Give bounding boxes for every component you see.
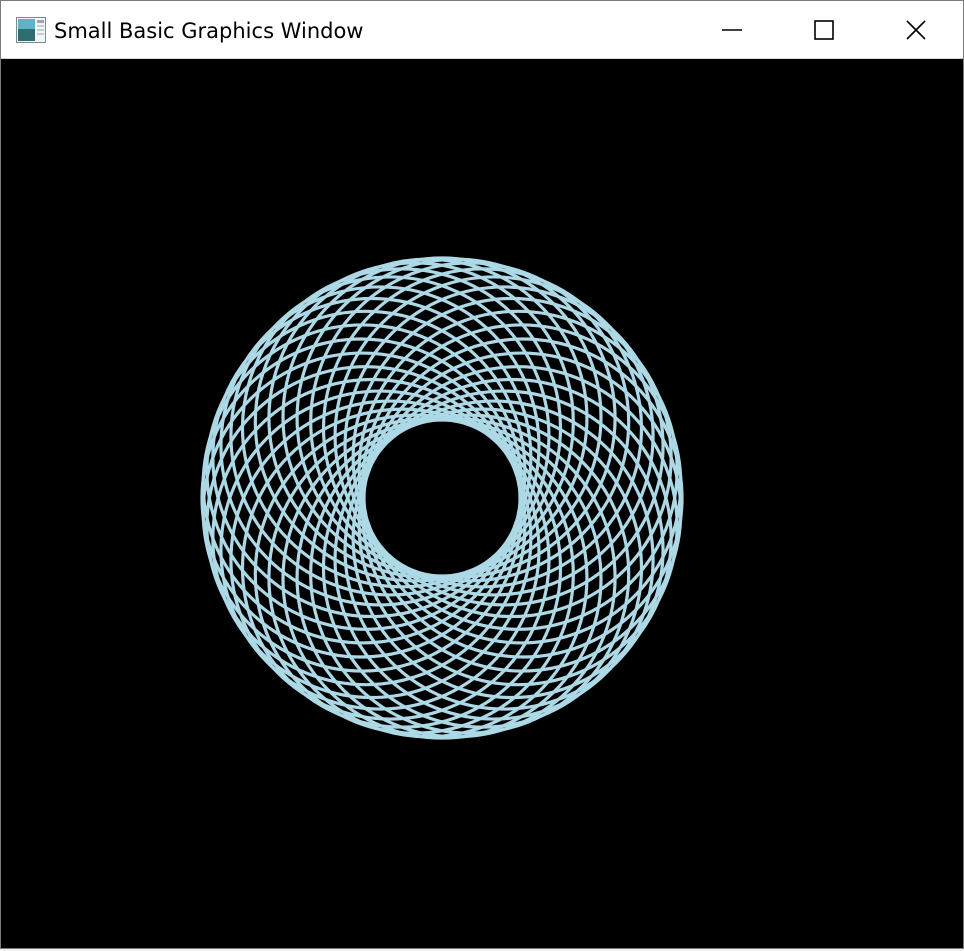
close-button[interactable] bbox=[870, 1, 962, 59]
window-title: Small Basic Graphics Window bbox=[54, 19, 364, 43]
small-basic-app-icon bbox=[16, 17, 46, 43]
close-icon bbox=[906, 20, 926, 40]
title-bar[interactable]: Small Basic Graphics Window bbox=[1, 1, 963, 59]
maximize-button[interactable] bbox=[778, 1, 870, 59]
minimize-button[interactable] bbox=[686, 1, 778, 59]
minimize-icon bbox=[722, 29, 742, 31]
spirograph-drawing bbox=[200, 256, 684, 740]
graphics-canvas[interactable] bbox=[2, 59, 962, 947]
graphics-window: Small Basic Graphics Window bbox=[0, 0, 964, 949]
maximize-icon bbox=[814, 20, 834, 40]
